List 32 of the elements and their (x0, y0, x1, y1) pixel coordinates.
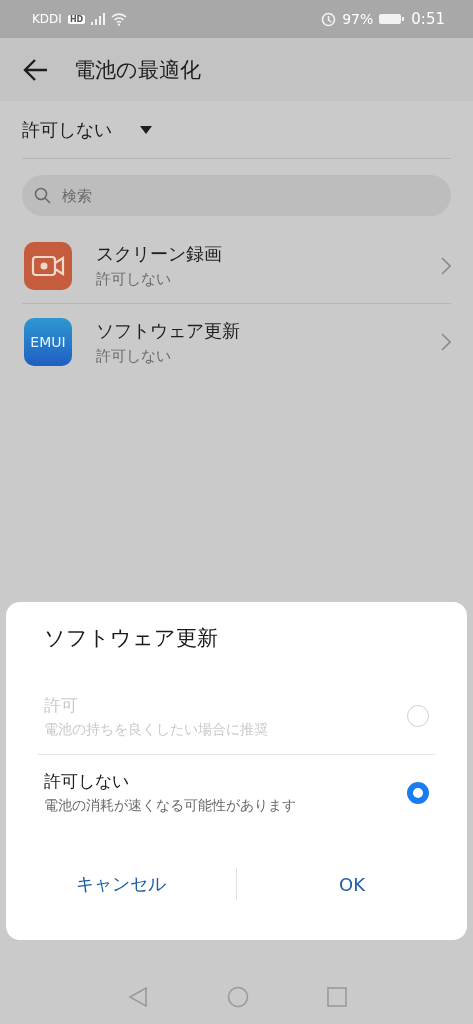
app-name: ソフトウェア更新 (96, 318, 241, 343)
search-field[interactable]: 検索 (22, 175, 451, 216)
page-title: 電池の最適化 (74, 56, 201, 84)
app-list-item[interactable]: EMUI ソフトウェア更新 許可しない (22, 304, 451, 380)
home-button[interactable] (226, 986, 249, 1008)
app-list-item[interactable]: スクリーン録画 許可しない (22, 228, 451, 304)
signal-icon (91, 13, 106, 25)
ok-button[interactable]: OK (237, 860, 467, 908)
option-label: 許可しない (44, 770, 130, 793)
recents-button[interactable] (326, 987, 347, 1007)
chevron-icon (441, 333, 451, 351)
battery-percent: 97% (342, 11, 374, 27)
radio-button[interactable] (407, 781, 429, 804)
app-status: 許可しない (96, 270, 172, 289)
back-nav-button[interactable] (126, 986, 149, 1008)
search-icon (34, 187, 51, 204)
cancel-button[interactable]: キャンセル (6, 860, 236, 908)
option-description: 電池の消耗が速くなる可能性があります (44, 797, 297, 815)
app-name: スクリーン録画 (96, 242, 223, 266)
clock-time: 0:51 (411, 10, 445, 28)
dialog-title: ソフトウェア更新 (44, 625, 219, 652)
carrier-name: KDDI (32, 12, 62, 26)
wifi-icon (111, 12, 128, 26)
chevron-icon (441, 256, 451, 275)
hd-badge: HD (67, 14, 86, 24)
radio-option[interactable]: 許可しない 電池の消耗が速くなる可能性があります (38, 754, 435, 830)
app-status: 許可しない (96, 346, 172, 366)
app-icon: EMUI (24, 318, 72, 366)
video-camera-icon (24, 241, 72, 290)
battery-icon (379, 13, 406, 25)
caret-icon (140, 125, 152, 134)
filter-dropdown[interactable]: 許可しない (22, 101, 451, 159)
